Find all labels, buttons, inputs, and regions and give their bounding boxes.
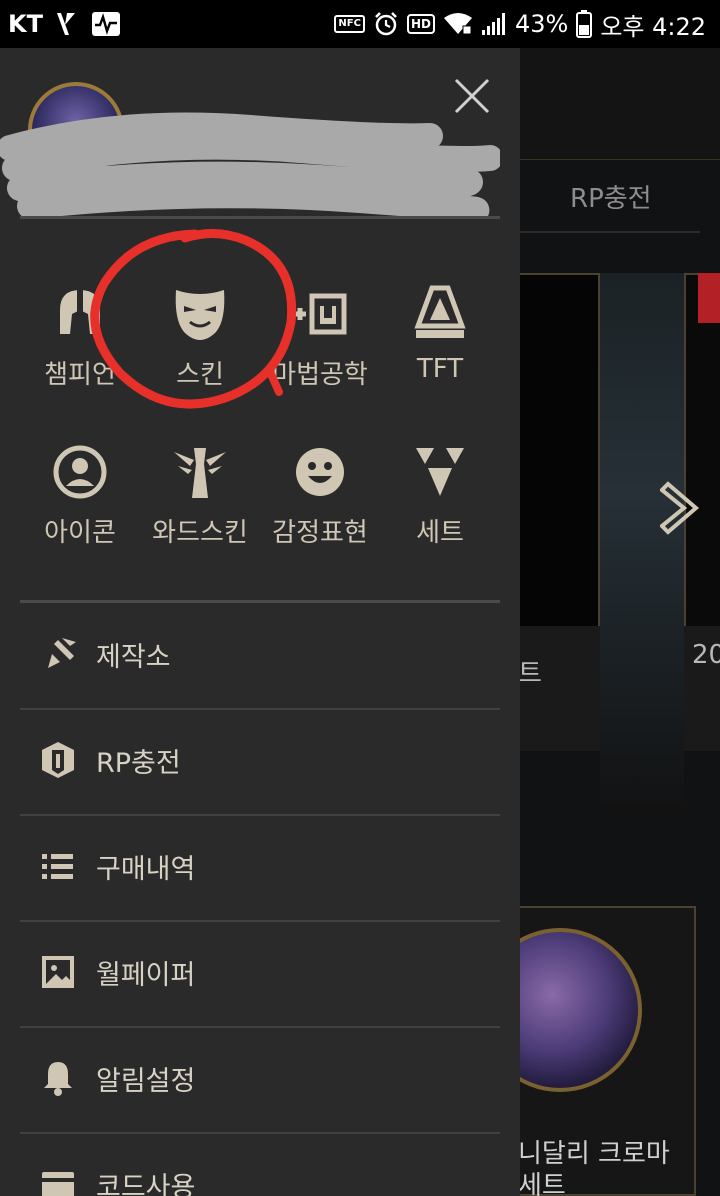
grid-item-icons[interactable]: 아이콘 (20, 442, 140, 549)
grid-item-tft[interactable]: TFT (380, 284, 500, 384)
menu-separator (20, 920, 500, 922)
menu-label-rp-charge: RP충전 (96, 747, 181, 779)
screen: KT NFC HD 43% 오후 4:22 RP충전 트 20 니달리 크로마 … (0, 0, 720, 1196)
hd-voice-icon: HD (406, 14, 435, 34)
grid-label-emotes: 감정표현 (272, 518, 368, 548)
menu-item-rp-charge[interactable]: RP충전 (36, 730, 496, 790)
menu-separator (20, 1132, 500, 1134)
background-header (520, 48, 720, 160)
chevron-right-icon[interactable] (660, 478, 706, 538)
tab-divider (520, 231, 700, 233)
grid-label-icons: 아이콘 (44, 518, 116, 548)
card-caption-text-right: 20 (692, 640, 720, 670)
menu-item-wallpaper[interactable]: 월페이퍼 (36, 942, 496, 1002)
featured-caption-line1: 니달리 크로마 (518, 1139, 670, 1169)
menu-label-redeem-code: 코드사용 (96, 1171, 196, 1196)
featured-caption-line2: 세트 (518, 1171, 566, 1196)
menu-item-crafting[interactable]: 제작소 (36, 624, 496, 684)
nfc-icon: NFC (334, 15, 365, 33)
battery-percent: 43% (514, 10, 569, 38)
grid-label-hextech: 마법공학 (272, 360, 368, 390)
grid-label-tft: TFT (416, 354, 464, 384)
grid-label-bundles: 세트 (416, 518, 464, 548)
sale-ribbon (698, 273, 720, 323)
grid-item-champions[interactable]: 챔피언 (20, 284, 140, 391)
header-divider (20, 216, 500, 219)
carrier-label: KT (8, 10, 43, 38)
list-icon (36, 844, 80, 888)
signal-icon (481, 12, 507, 36)
rp-icon (36, 738, 80, 782)
battery-icon (576, 10, 593, 38)
menu-item-purchase-history[interactable]: 구매내역 (36, 836, 496, 896)
grid-divider (20, 600, 500, 603)
tft-icon (414, 285, 466, 338)
redacted-username-scribble (0, 112, 500, 218)
emote-icon (296, 448, 344, 496)
menu-label-wallpaper: 월페이퍼 (96, 959, 196, 991)
grid-label-skins: 스킨 (176, 360, 224, 390)
menu-separator (20, 1026, 500, 1028)
navigation-drawer: 챔피언 스킨 마법공학 TFT 아이콘 와드스킨 감정표현 세트 제작소 RP충… (0, 48, 520, 1196)
grid-label-ward-skins: 와드스킨 (152, 518, 248, 548)
grid-label-champions: 챔피언 (44, 360, 116, 390)
grid-item-emotes[interactable]: 감정표현 (260, 442, 380, 549)
bell-icon (36, 1056, 80, 1100)
ward-icon (174, 448, 226, 498)
helmet-icon (60, 290, 100, 334)
menu-label-notifications: 알림설정 (96, 1065, 196, 1097)
tab-rp-charge[interactable]: RP충전 (570, 178, 652, 215)
activity-icon (91, 11, 121, 37)
mask-icon (175, 290, 225, 340)
carousel-scene (600, 273, 684, 823)
menu-separator (20, 708, 500, 710)
profile-icon (53, 445, 107, 499)
close-icon[interactable] (452, 76, 492, 116)
status-bar: KT NFC HD 43% 오후 4:22 (0, 0, 720, 48)
crafting-icon (36, 632, 80, 676)
wifi-icon (443, 12, 473, 36)
grid-item-ward-skins[interactable]: 와드스킨 (140, 442, 260, 549)
menu-label-crafting: 제작소 (96, 641, 171, 673)
menu-item-redeem-code[interactable]: 코드사용 (36, 1154, 496, 1196)
grid-item-skins[interactable]: 스킨 (140, 284, 260, 391)
menu-item-notifications[interactable]: 알림설정 (36, 1048, 496, 1108)
card-icon (36, 1162, 80, 1196)
card-caption-text-left: 트 (518, 659, 542, 689)
featured-caption: 니달리 크로마 세트 (518, 1138, 670, 1196)
clock: 오후 4:22 (600, 12, 706, 41)
alarm-icon (373, 11, 399, 37)
hextech-icon (294, 293, 347, 335)
menu-separator (20, 814, 500, 816)
bundle-icon (416, 448, 464, 496)
data-saver-icon (53, 11, 81, 37)
grid-item-bundles[interactable]: 세트 (380, 442, 500, 549)
menu-label-purchase-history: 구매내역 (96, 853, 196, 885)
grid-item-hextech[interactable]: 마법공학 (260, 284, 380, 391)
image-icon (36, 950, 80, 994)
